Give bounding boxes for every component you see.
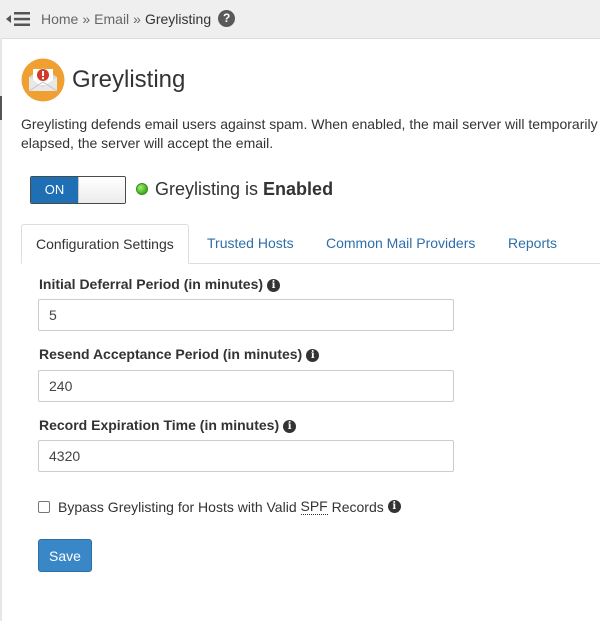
field-label-text: Resend Acceptance Period (in minutes) — [39, 346, 303, 362]
menu-collapse-icon[interactable] — [6, 9, 30, 29]
status-value: Enabled — [263, 179, 334, 199]
info-icon[interactable]: i — [283, 420, 297, 433]
resend-acceptance-label: Resend Acceptance Period (in minutes) i — [39, 346, 320, 362]
status-text: Greylisting is Enabled — [155, 179, 333, 200]
field-label-text: Record Expiration Time (in minutes) — [39, 417, 280, 433]
tab-reports[interactable]: Reports — [494, 224, 571, 263]
left-border-marker — [0, 96, 2, 120]
help-icon[interactable]: ? — [218, 10, 236, 27]
greylisting-envelope-icon — [21, 58, 65, 102]
breadcrumb-separator: » — [133, 10, 141, 27]
greylisting-toggle[interactable]: ON — [30, 176, 126, 204]
tab-trusted-hosts[interactable]: Trusted Hosts — [193, 224, 308, 263]
initial-deferral-input[interactable] — [38, 299, 454, 331]
field-label-text: Initial Deferral Period (in minutes) — [39, 276, 264, 292]
info-icon[interactable]: i — [306, 349, 320, 362]
description-line: elapsed, the server will accept the emai… — [21, 135, 274, 151]
spf-abbreviation: SPF — [300, 498, 328, 515]
toggle-knob — [78, 177, 125, 203]
record-expiration-input[interactable] — [38, 440, 454, 472]
resend-acceptance-input[interactable] — [38, 370, 454, 402]
page-description: Greylisting defends email users against … — [21, 115, 600, 153]
left-border — [0, 38, 2, 621]
save-button[interactable]: Save — [38, 539, 92, 572]
info-icon[interactable]: i — [387, 500, 401, 513]
top-bar: Home » Email » Greylisting ? — [0, 0, 600, 39]
breadcrumb-separator: » — [82, 10, 91, 27]
toggle-on-label: ON — [31, 177, 78, 203]
breadcrumb: Home » Email » Greylisting ? — [41, 10, 236, 27]
tab-bar: Configuration Settings Trusted Hosts Com… — [21, 224, 600, 264]
breadcrumb-home[interactable]: Home — [41, 11, 78, 27]
bypass-label-prefix: Bypass Greylisting for Hosts with Valid — [58, 498, 297, 515]
info-icon[interactable]: i — [267, 279, 281, 292]
page-title: Greylisting — [72, 66, 186, 93]
bypass-spf-option: Bypass Greylisting for Hosts with Valid … — [38, 498, 401, 515]
bypass-spf-checkbox[interactable] — [38, 500, 50, 513]
status-indicator-icon — [136, 183, 148, 195]
bypass-label-suffix: Records — [331, 498, 384, 515]
record-expiration-label: Record Expiration Time (in minutes) i — [39, 417, 297, 433]
description-line: Greylisting defends email users against … — [21, 116, 598, 132]
breadcrumb-email[interactable]: Email — [94, 11, 129, 27]
initial-deferral-label: Initial Deferral Period (in minutes) i — [39, 276, 281, 292]
breadcrumb-current: Greylisting — [144, 10, 212, 27]
tab-common-mail-providers[interactable]: Common Mail Providers — [312, 224, 489, 263]
status-prefix: Greylisting is — [155, 179, 259, 199]
tab-configuration-settings[interactable]: Configuration Settings — [21, 224, 189, 264]
